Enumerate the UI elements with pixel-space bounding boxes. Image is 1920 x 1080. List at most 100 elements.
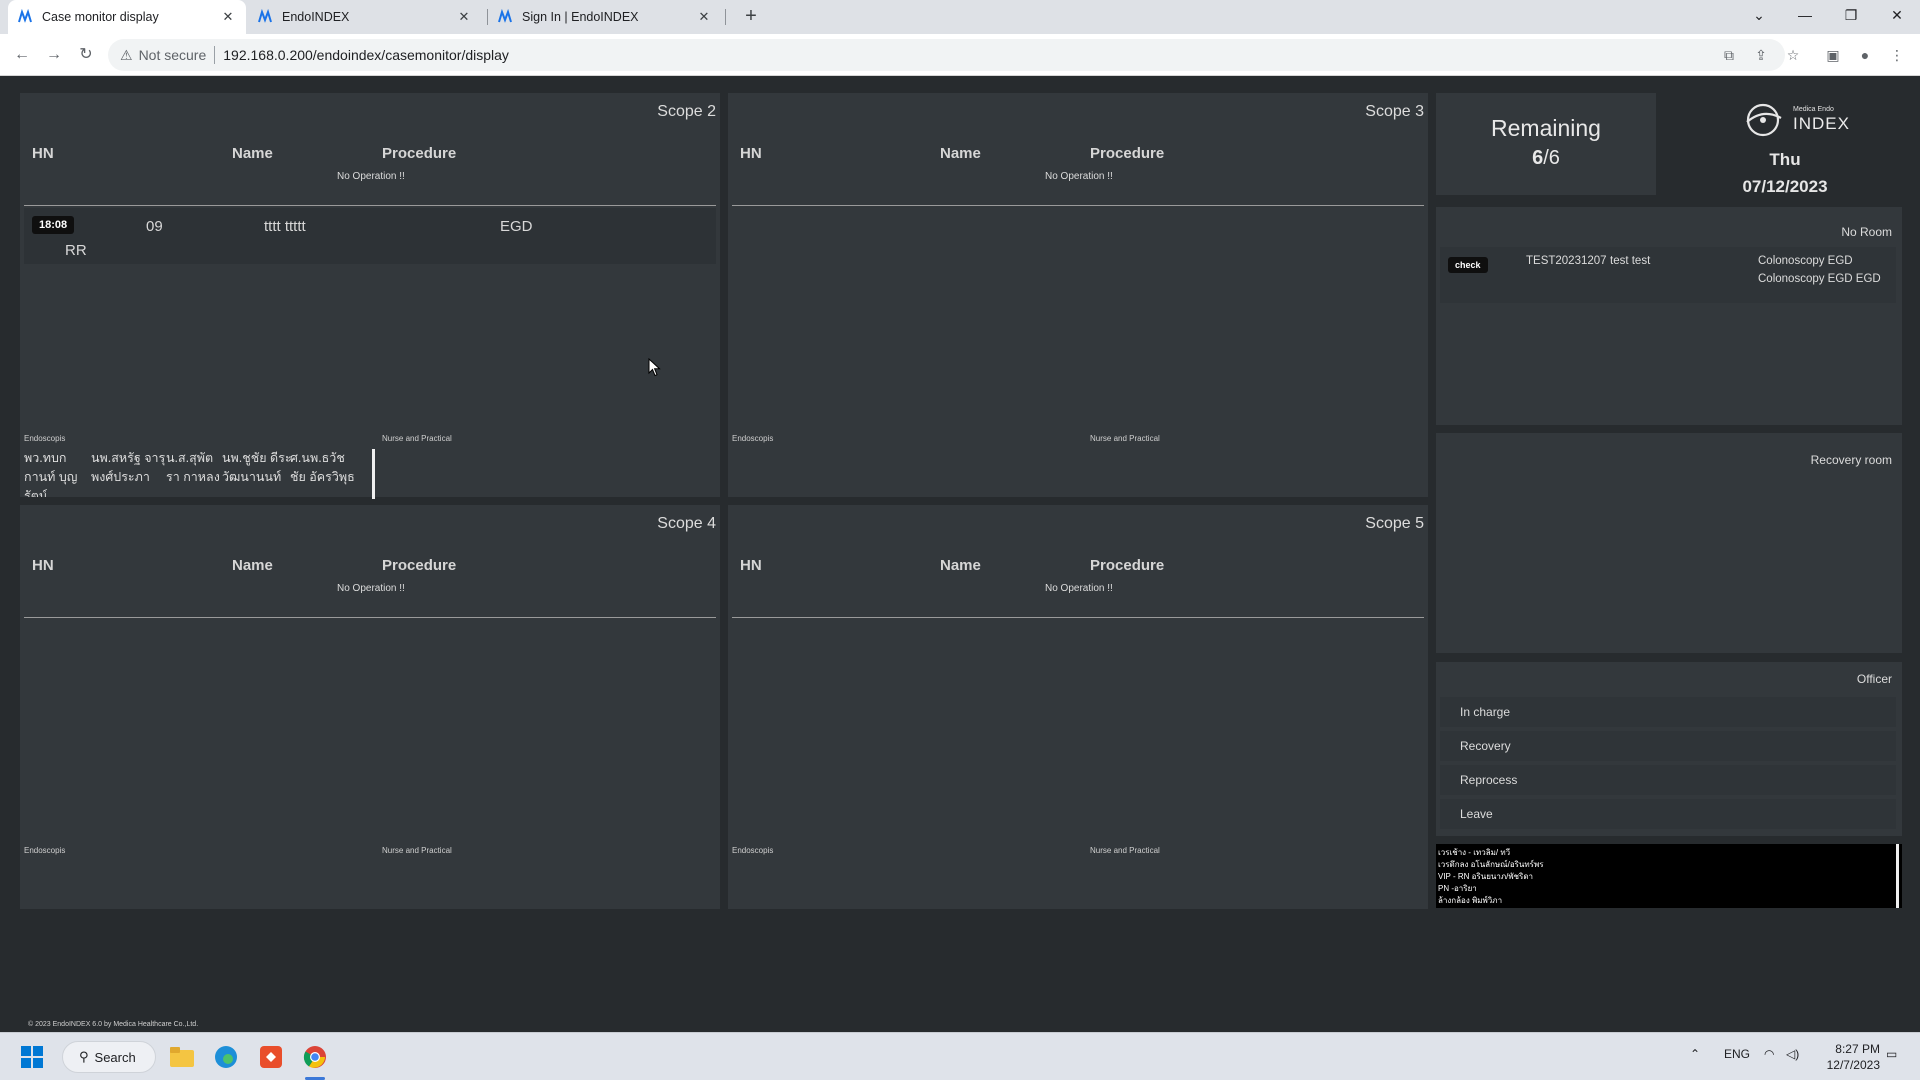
taskbar-clock[interactable]: 8:27 PM 12/7/2023 xyxy=(1810,1041,1880,1073)
language-indicator[interactable]: ENG xyxy=(1724,1047,1750,1061)
tab-case-monitor[interactable]: Case monitor display ✕ xyxy=(8,0,246,34)
copyright-text: © 2023 EndoINDEX 6.0 by Medica Healthcar… xyxy=(28,1021,199,1028)
taskbar-date: 12/7/2023 xyxy=(1826,1058,1880,1072)
no-operation-text: No Operation !! xyxy=(1045,583,1113,594)
officer-row-reprocess[interactable]: Reprocess xyxy=(1440,765,1896,795)
header-divider xyxy=(732,617,1424,618)
tab-endoindex[interactable]: EndoINDEX ✕ xyxy=(248,0,482,34)
case-room: RR xyxy=(65,242,87,259)
notification-icon[interactable]: ▭ xyxy=(1886,1047,1897,1061)
note-line: PN -อาริยา xyxy=(1438,884,1477,893)
warning-icon[interactable]: ⚠ xyxy=(120,47,133,64)
mouse-cursor-icon xyxy=(648,358,661,377)
endoscopist-scrollbar[interactable] xyxy=(372,449,375,499)
note-line: VIP - RN อรินยนาภ/พัชริดา xyxy=(1438,872,1534,881)
taskbar-search[interactable]: ⚲ Search xyxy=(62,1041,156,1073)
omnibox-divider xyxy=(214,46,216,64)
no-room-procedure-2: Colonoscopy EGD EGD xyxy=(1758,273,1881,285)
window-close-icon[interactable]: ✕ xyxy=(1874,0,1920,30)
security-label[interactable]: Not secure xyxy=(139,47,207,63)
remaining-panel: Remaining 6/6 xyxy=(1436,93,1656,195)
share-icon[interactable]: ⇪ xyxy=(1750,44,1772,66)
tab-title: Sign In | EndoINDEX xyxy=(522,10,639,24)
back-icon[interactable]: ← xyxy=(10,43,34,67)
translate-icon[interactable]: ⧉ xyxy=(1718,44,1740,66)
restore-icon[interactable]: ❐ xyxy=(1828,0,1874,30)
check-badge[interactable]: check xyxy=(1448,257,1488,273)
edge-icon[interactable] xyxy=(212,1043,240,1071)
column-header-hn: HN xyxy=(740,557,762,574)
no-room-case-row[interactable]: check TEST20231207 test test Colonoscopy… xyxy=(1440,247,1896,303)
url-text[interactable]: 192.168.0.200/endoindex/casemonitor/disp… xyxy=(223,47,509,63)
scope-title: Scope 3 xyxy=(1365,103,1424,120)
endoscopist-name: ชัย อัครวิพุธ xyxy=(290,470,355,484)
column-header-procedure: Procedure xyxy=(1090,557,1165,574)
header-divider xyxy=(24,617,716,618)
column-header-procedure: Procedure xyxy=(1090,145,1165,162)
note-line: เวรดึกลง อโนลักษณ์/อรินทร์พร xyxy=(1438,860,1544,869)
reload-icon[interactable]: ↻ xyxy=(74,43,98,67)
case-time-badge: 18:08 xyxy=(32,216,75,234)
remaining-done: 6 xyxy=(1532,147,1544,169)
tab-separator xyxy=(725,9,726,25)
new-tab-icon[interactable]: + xyxy=(738,4,764,30)
forward-icon[interactable]: → xyxy=(42,43,66,67)
volume-icon[interactable]: ◁) xyxy=(1786,1047,1799,1061)
endoscopist-name: ศ.นพ.ธวัช xyxy=(290,451,345,465)
app-icon[interactable] xyxy=(257,1043,285,1071)
tab-search-chevron-icon[interactable]: ⌄ xyxy=(1736,0,1782,30)
menu-icon[interactable]: ⋮ xyxy=(1886,44,1908,66)
chrome-icon[interactable] xyxy=(301,1043,329,1071)
column-header-hn: HN xyxy=(32,557,54,574)
taskbar-search-label: Search xyxy=(94,1049,136,1065)
endoindex-favicon-icon xyxy=(498,9,514,25)
wifi-icon[interactable]: ◠ xyxy=(1764,1047,1774,1061)
case-procedure: EGD xyxy=(500,218,533,235)
profile-icon[interactable]: ● xyxy=(1854,44,1876,66)
endoindex-logo-icon xyxy=(1746,103,1782,137)
note-line: เวรเช้าง - เทวลิม/ ทวี xyxy=(1438,848,1511,857)
officer-row-leave[interactable]: Leave xyxy=(1440,799,1896,829)
no-operation-text: No Operation !! xyxy=(337,583,405,594)
endoscopist-name: พว.ทบก xyxy=(24,451,67,465)
recovery-room-panel: Recovery room xyxy=(1436,433,1902,653)
address-bar[interactable]: ⚠ Not secure 192.168.0.200/endoindex/cas… xyxy=(108,39,1785,71)
nurse-label: Nurse and Practical xyxy=(1090,846,1160,855)
column-header-hn: HN xyxy=(32,145,54,162)
endoscopist-name: รัตน์ xyxy=(24,489,48,497)
header-divider xyxy=(24,205,716,206)
case-hn: 09 xyxy=(146,218,163,235)
notes-scrollbar[interactable] xyxy=(1896,844,1899,908)
sidepanel-icon[interactable]: ▣ xyxy=(1822,44,1844,66)
endoscopist-name: น.ส.สุพัต xyxy=(166,451,214,465)
scope-title: Scope 5 xyxy=(1365,515,1424,532)
tab-sign-in[interactable]: Sign In | EndoINDEX ✕ xyxy=(488,0,722,34)
star-icon[interactable]: ☆ xyxy=(1782,44,1804,66)
file-explorer-icon[interactable] xyxy=(168,1043,196,1071)
scope-panel-2: Scope 2 HN Name Procedure No Operation !… xyxy=(20,93,720,499)
taskbar-time: 8:27 PM xyxy=(1835,1042,1880,1056)
officer-row-in-charge[interactable]: In charge xyxy=(1440,697,1896,727)
windows-start-icon[interactable] xyxy=(18,1043,46,1071)
officer-row-recovery[interactable]: Recovery xyxy=(1440,731,1896,761)
column-header-name: Name xyxy=(940,145,981,162)
scope-title: Scope 2 xyxy=(657,103,716,120)
no-room-hn: TEST20231207 xyxy=(1526,255,1607,267)
endoscopist-name: พงศ์ประภา xyxy=(91,470,150,484)
notes-box[interactable]: เวรเช้าง - เทวลิม/ ทวี เวรดึกลง อโนลักษณ… xyxy=(1436,844,1902,908)
officer-title: Officer xyxy=(1856,672,1892,686)
column-header-hn: HN xyxy=(740,145,762,162)
tab-close-icon[interactable]: ✕ xyxy=(220,9,236,25)
windows-taskbar: ⚲ Search ⌃ ENG ◠ ◁) 8:27 PM 12/7/2023 ▭ xyxy=(0,1032,1920,1080)
case-row[interactable]: 18:08 09 tttt ttttt EGD RR xyxy=(24,208,716,264)
minimize-icon[interactable]: — xyxy=(1782,0,1828,30)
column-header-procedure: Procedure xyxy=(382,145,457,162)
day-label: Thu xyxy=(1769,150,1801,169)
no-operation-text: No Operation !! xyxy=(1045,171,1113,182)
tab-close-icon[interactable]: ✕ xyxy=(696,9,712,25)
tab-title: EndoINDEX xyxy=(282,10,350,24)
tray-chevron-icon[interactable]: ⌃ xyxy=(1690,1047,1700,1061)
tab-close-icon[interactable]: ✕ xyxy=(456,9,472,25)
no-room-name: test test xyxy=(1610,255,1651,267)
remaining-title: Remaining xyxy=(1491,115,1601,141)
